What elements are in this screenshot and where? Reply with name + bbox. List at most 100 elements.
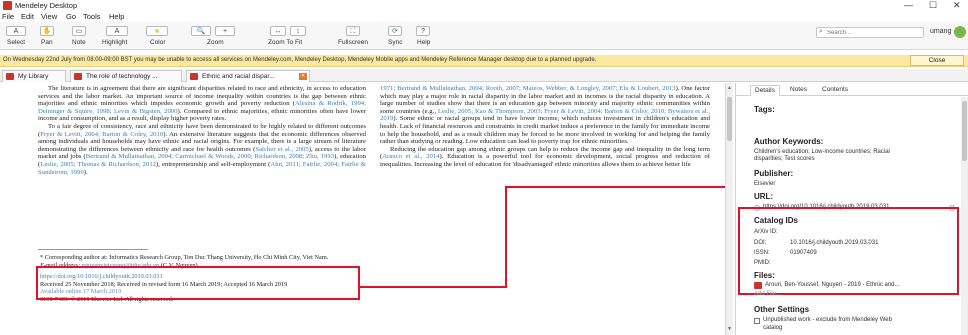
tab-role-of-technology[interactable]: The role of technology ...: [70, 70, 182, 82]
banner-message: On Wednesday 22nd July from 08:00-09:00 …: [3, 57, 597, 63]
select-tool-button[interactable]: A Select: [4, 23, 30, 49]
unpublished-label-line2: catalog: [763, 325, 783, 331]
catalog-ids-heading: Catalog IDs: [754, 216, 799, 225]
pdf-viewer[interactable]: The literature is in agreement that ther…: [0, 83, 730, 335]
attached-file[interactable]: Arouri, Ben-Youssef, Nguyen - 2019 - Eth…: [765, 282, 900, 288]
author-keywords-heading: Author Keywords:: [754, 137, 824, 146]
fit-page-icon: ↕: [290, 26, 306, 36]
unpublished-label-line1: Unpublished work - exclude from Mendeley…: [763, 317, 892, 323]
tab-my-library[interactable]: My Library: [2, 70, 66, 82]
search-box[interactable]: ⌕: [816, 27, 924, 38]
color-picker-button[interactable]: ■ Color: [142, 23, 172, 49]
tab-bar: My Library The role of technology ... Et…: [0, 69, 968, 82]
help-label: Help: [417, 39, 431, 46]
tab-label: Ethnic and racial dispar...: [202, 73, 275, 80]
menu-view[interactable]: View: [41, 12, 57, 21]
close-tab-icon[interactable]: ✕: [299, 73, 307, 80]
arxiv-label: ArXiv ID:: [754, 229, 778, 235]
tab-ethnic-racial-disparities[interactable]: Ethnic and racial dispar... ✕: [186, 70, 310, 82]
note-tool-button[interactable]: ▭ Note: [68, 23, 92, 49]
note-icon: ▭: [72, 26, 86, 36]
menu-help[interactable]: Help: [109, 12, 124, 21]
details-scroll-thumb[interactable]: [962, 101, 967, 161]
highlight-icon: A: [106, 26, 128, 36]
select-label: Select: [7, 39, 26, 46]
right-column: 1971; Bertrand & Mullainathan, 2004; Roo…: [380, 85, 710, 169]
zoom-to-fit-button[interactable]: ↔ ↕ Zoom To Fit: [262, 23, 314, 49]
search-input[interactable]: [827, 28, 921, 37]
menu-go[interactable]: Go: [66, 12, 76, 21]
maintenance-banner: On Wednesday 22nd July from 08:00-09:00 …: [0, 55, 968, 67]
red-arrow-top: [505, 186, 730, 188]
author-keywords-line2[interactable]: disparities; Test scores: [754, 156, 815, 162]
zoom-out-icon: 🔍: [191, 26, 211, 36]
paragraph: The literature is in agreement that ther…: [38, 85, 366, 123]
menu-tools[interactable]: Tools: [83, 12, 101, 21]
menu-file[interactable]: File: [2, 12, 14, 21]
other-settings-heading: Other Settings: [754, 305, 810, 314]
select-icon: A: [6, 26, 26, 36]
fullscreen-button[interactable]: ⛶ Fullscreen: [336, 23, 370, 49]
sync-icon: ⟳: [388, 26, 402, 36]
help-button[interactable]: ? Help: [412, 23, 434, 49]
unpublished-checkbox[interactable]: [754, 318, 760, 324]
scroll-up-icon[interactable]: ▲: [727, 85, 732, 91]
highlight-tool-button[interactable]: A Highlight: [100, 23, 136, 49]
add-file-link[interactable]: Add File...: [754, 291, 781, 297]
toolbar: A Select ✋ Pan ▭ Note A Highlight ■ Colo…: [0, 22, 968, 50]
pan-hand-icon: ✋: [40, 26, 54, 36]
color-label: Color: [150, 39, 166, 46]
pdf-icon: [190, 73, 198, 80]
scroll-thumb[interactable]: [727, 97, 732, 141]
close-window-button[interactable]: ✕: [953, 0, 961, 11]
corresponding-author: * Corresponding author at: Informatics R…: [40, 254, 329, 261]
tab-contents[interactable]: Contents: [818, 85, 852, 96]
sync-button[interactable]: ⟳ Sync: [384, 23, 406, 49]
citation-link[interactable]: Satcher et al., 2005: [255, 146, 308, 153]
color-swatch-icon: ■: [146, 26, 168, 36]
zoom-to-fit-label: Zoom To Fit: [268, 39, 303, 46]
pane-tabs: Details Notes Contents: [736, 85, 968, 96]
doi-value[interactable]: 10.1016/j.childyouth.2019.03.031: [790, 240, 878, 246]
paragraph: 1971; Bertrand & Mullainathan, 2004; Roo…: [380, 85, 710, 146]
citation-link[interactable]: Arauco et al., 2014: [382, 153, 439, 160]
citation-link[interactable]: Fryer & Levitt, 2004; Barton & Coley, 20…: [40, 131, 163, 138]
body-text: ).: [83, 168, 88, 176]
username[interactable]: umang: [930, 28, 951, 35]
maximize-button[interactable]: ☐: [929, 0, 937, 11]
citation-link[interactable]: Leslie, 2005; Thomas & Richardson, 2012: [40, 161, 156, 168]
details-scrollbar[interactable]: [961, 97, 968, 335]
document-scrollbar[interactable]: ▲ ▼: [725, 83, 733, 335]
pan-tool-button[interactable]: ✋ Pan: [36, 23, 58, 49]
fullscreen-icon: ⛶: [346, 26, 360, 36]
citation-link[interactable]: Bertrand & Mullainathan, 2004; Carmichae…: [86, 153, 334, 160]
paragraph: To a fair degree of consistency, race an…: [38, 123, 366, 176]
help-icon: ?: [416, 26, 430, 36]
banner-close-button[interactable]: Close: [910, 55, 964, 66]
paragraph: Reducing the education gap among ethnic …: [380, 146, 710, 169]
tab-label: My Library: [18, 73, 49, 80]
tab-label: The role of technology ...: [86, 73, 158, 80]
left-column: The literature is in agreement that ther…: [38, 85, 366, 176]
issn-value[interactable]: 01907409: [790, 250, 817, 256]
publisher-value[interactable]: Elsevier: [754, 181, 775, 187]
pdf-file-icon: [754, 282, 762, 289]
red-arrow-horizontal: [360, 286, 507, 288]
footnote-rule: [38, 249, 148, 250]
menu-bar: File Edit View Go Tools Help: [0, 11, 968, 22]
author-keywords-line1[interactable]: Children's education; Low-income countri…: [754, 149, 890, 155]
body-text: ), entrepreneurship and self-employment …: [156, 160, 271, 168]
note-label: Note: [72, 39, 86, 46]
citation-link[interactable]: 1971; Bertrand & Mullainathan, 2004; Roo…: [380, 85, 676, 92]
window-title: Mendeley Desktop: [15, 1, 78, 10]
zoom-button[interactable]: 🔍 + Zoom: [188, 23, 242, 49]
files-heading: Files:: [754, 271, 775, 280]
tab-notes[interactable]: Notes: [786, 85, 811, 96]
red-arrow-vertical: [505, 186, 507, 288]
menu-edit[interactable]: Edit: [21, 12, 34, 21]
scroll-down-icon[interactable]: ▼: [727, 326, 732, 332]
user-avatar[interactable]: [954, 26, 966, 38]
tab-details[interactable]: Details: [750, 85, 780, 96]
minimize-button[interactable]: —: [904, 0, 913, 10]
issn-label: ISSN:: [754, 250, 770, 256]
